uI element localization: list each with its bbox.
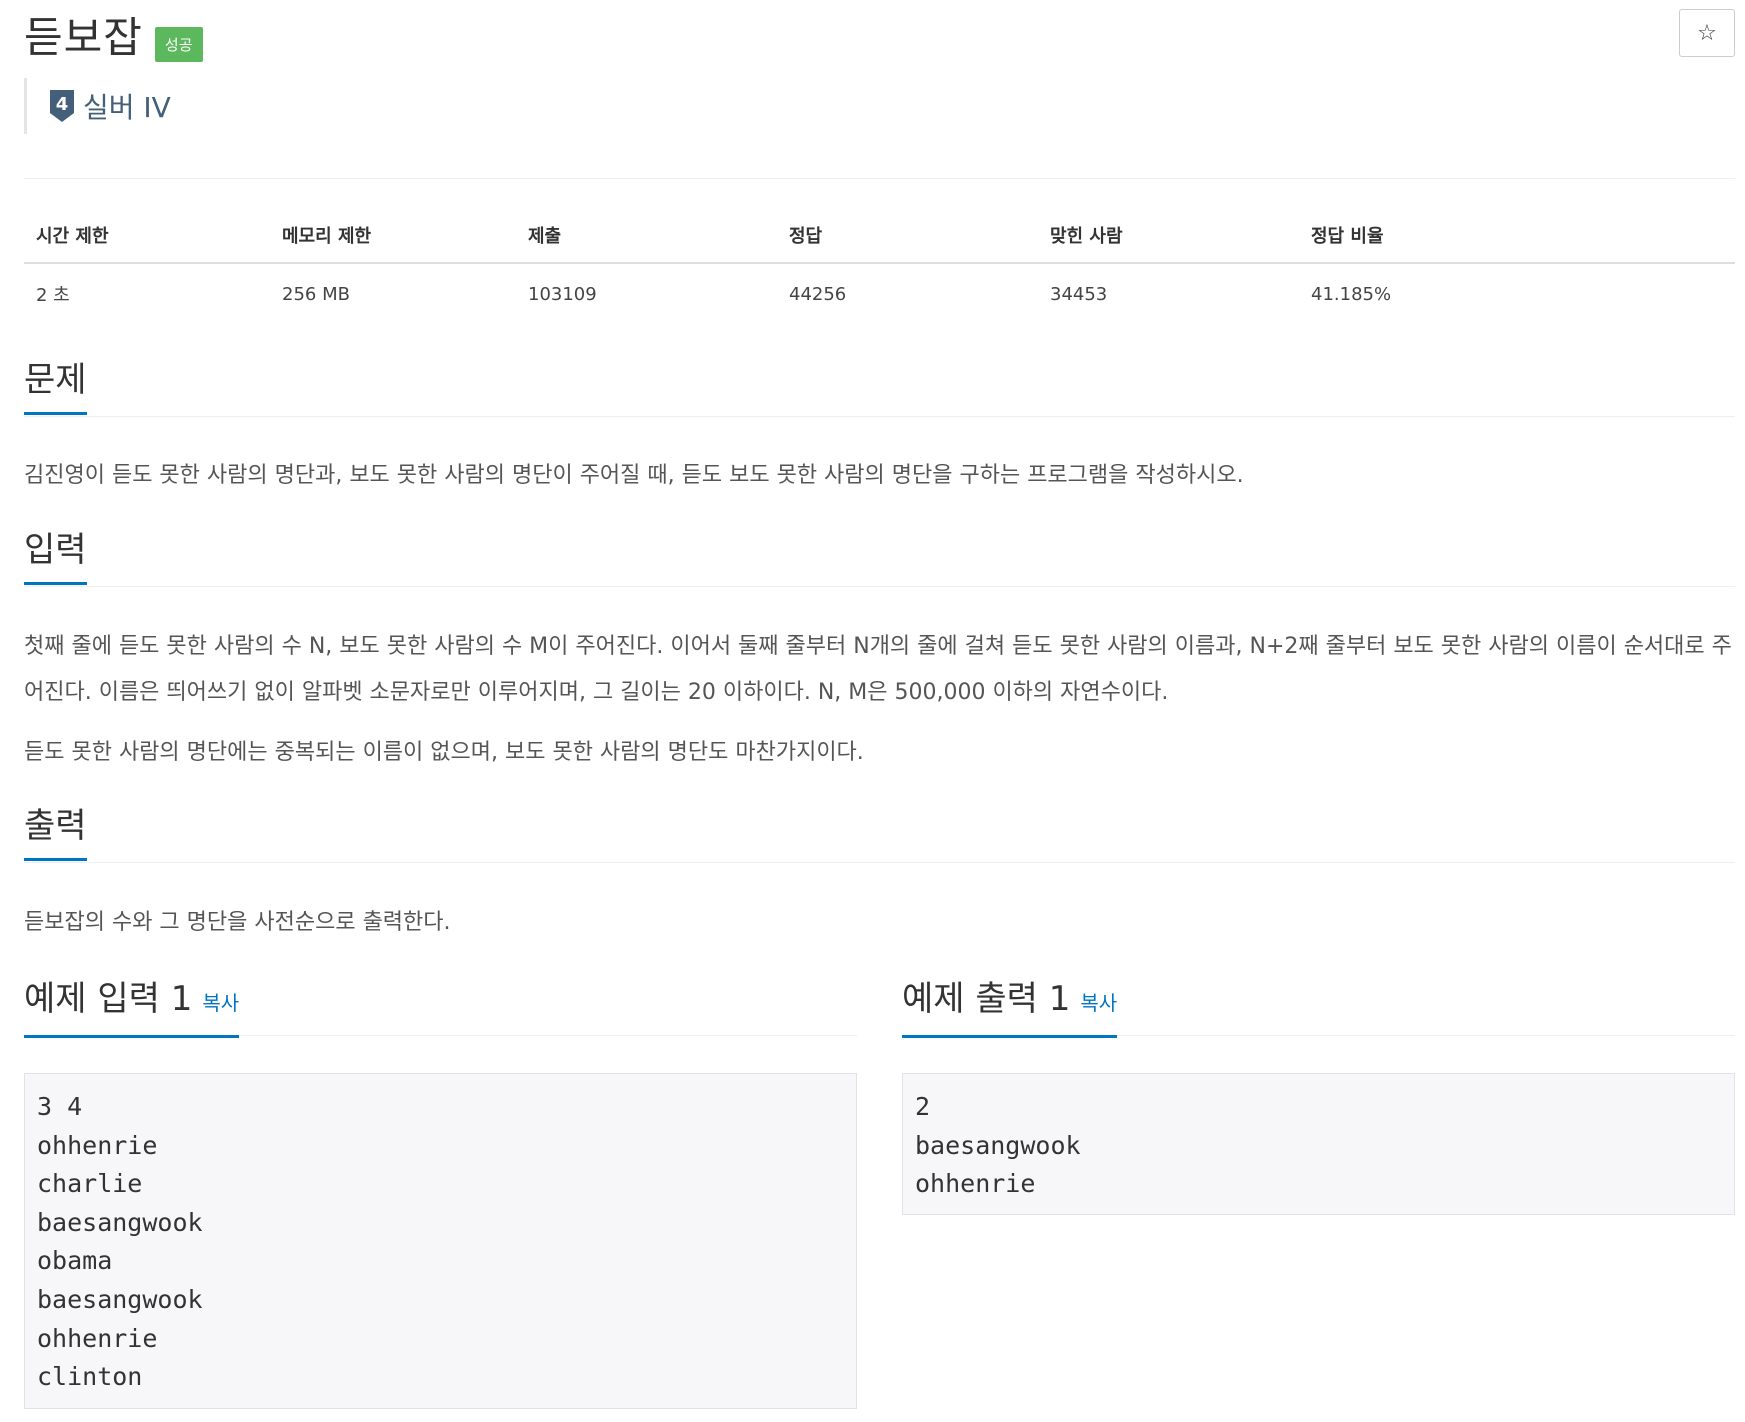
tier-shield-icon: 4 xyxy=(50,90,74,122)
input-heading: 입력 xyxy=(24,528,87,585)
favorite-button[interactable]: ☆ xyxy=(1679,9,1735,57)
problem-page: 듣보잡 성공 ☆ 4 실버 IV 시간 제한 메모리 제한 제출 정답 맞힌 사… xyxy=(0,0,1745,1422)
info-value-row: 2 초 256 MB 103109 44256 34453 41.185% xyxy=(24,263,1735,324)
submissions-header: 제출 xyxy=(516,212,777,264)
info-header-row: 시간 제한 메모리 제한 제출 정답 맞힌 사람 정답 비율 xyxy=(24,212,1735,264)
tier-info: 4 실버 IV xyxy=(24,78,171,134)
solved-users-header: 맞힌 사람 xyxy=(1038,212,1299,264)
memory-limit-header: 메모리 제한 xyxy=(270,212,516,264)
solved-users-value: 34453 xyxy=(1050,283,1108,305)
accept-rate-header: 정답 비율 xyxy=(1299,212,1735,264)
problem-info-table: 시간 제한 메모리 제한 제출 정답 맞힌 사람 정답 비율 2 초 256 M… xyxy=(24,212,1735,324)
copy-sample-output-button[interactable]: 복사 xyxy=(1080,991,1117,1015)
tier-link[interactable]: 실버 IV xyxy=(83,86,171,126)
time-limit-header: 시간 제한 xyxy=(24,212,270,264)
title-row: 듣보잡 성공 xyxy=(24,8,203,68)
tier-level-number: 4 xyxy=(56,94,69,115)
status-badge: 성공 xyxy=(154,26,203,62)
sample-output-box[interactable]: 2 baesangwook ohhenrie xyxy=(902,1073,1735,1215)
problem-description: 김진영이 듣도 못한 사람의 명단과, 보도 못한 사람의 명단이 주어질 때,… xyxy=(24,463,1244,488)
accepted-header: 정답 xyxy=(777,212,1038,264)
sample-output-header: 예제 출력 1 복사 xyxy=(902,977,1735,1038)
output-description: 듣보잡의 수와 그 명단을 사전순으로 출력한다. xyxy=(24,910,451,935)
copy-sample-input-button[interactable]: 복사 xyxy=(202,991,239,1015)
sample-output-heading: 예제 출력 1 xyxy=(902,979,1071,1019)
input-description: 첫째 줄에 듣도 못한 사람의 수 N, 보도 못한 사람의 수 M이 주어진다… xyxy=(24,634,1732,705)
problem-section-header: 문제 xyxy=(24,358,1735,417)
sample-input-box[interactable]: 3 4 ohhenrie charlie baesangwook obama b… xyxy=(24,1073,857,1409)
submissions-value: 103109 xyxy=(528,283,597,305)
input-section-header: 입력 xyxy=(24,528,1735,587)
problem-heading: 문제 xyxy=(24,358,87,415)
divider xyxy=(24,178,1735,179)
time-limit-value: 2 초 xyxy=(36,285,70,306)
accepted-value: 44256 xyxy=(789,283,847,305)
sample-input-heading: 예제 입력 1 xyxy=(24,979,193,1019)
sample-output-heading-wrap: 예제 출력 1 복사 xyxy=(902,977,1118,1038)
output-heading: 출력 xyxy=(24,804,87,861)
accept-rate-value: 41.185% xyxy=(1311,283,1392,305)
star-icon: ☆ xyxy=(1697,20,1717,46)
memory-limit-value: 256 MB xyxy=(282,283,350,305)
sample-input-heading-wrap: 예제 입력 1 복사 xyxy=(24,977,240,1038)
sample-input-header: 예제 입력 1 복사 xyxy=(24,977,857,1038)
page-title: 듣보잡 xyxy=(24,13,143,62)
output-section-header: 출력 xyxy=(24,804,1735,863)
input-note: 듣도 못한 사람의 명단에는 중복되는 이름이 없으며, 보도 못한 사람의 명… xyxy=(24,740,864,765)
